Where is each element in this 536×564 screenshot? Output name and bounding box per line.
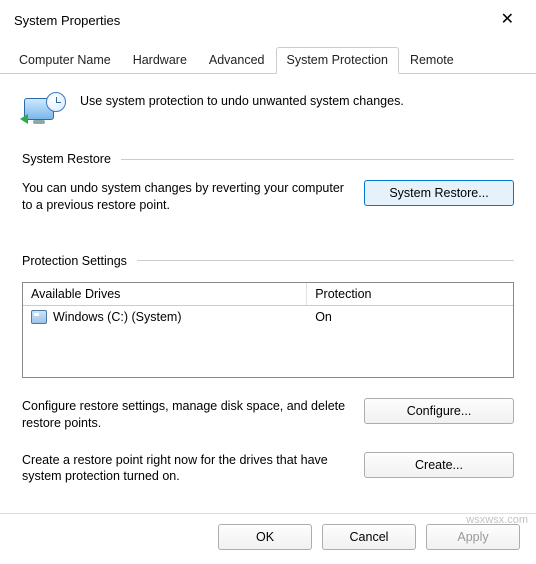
titlebar: System Properties ✕	[0, 0, 536, 36]
configure-button[interactable]: Configure...	[364, 398, 514, 424]
system-restore-heading: System Restore	[22, 152, 111, 166]
tab-hardware[interactable]: Hardware	[122, 47, 198, 74]
section-label-restore: System Restore	[22, 152, 514, 166]
divider	[137, 260, 514, 261]
cancel-button[interactable]: Cancel	[322, 524, 416, 550]
configure-description: Configure restore settings, manage disk …	[22, 398, 346, 432]
drive-list-header: Available Drives Protection	[23, 283, 513, 306]
intro-text: Use system protection to undo unwanted s…	[80, 92, 404, 108]
configure-row: Configure restore settings, manage disk …	[22, 398, 514, 432]
apply-button[interactable]: Apply	[426, 524, 520, 550]
tabstrip: Computer Name Hardware Advanced System P…	[0, 36, 536, 74]
restore-description: You can undo system changes by reverting…	[22, 180, 346, 214]
col-header-protection[interactable]: Protection	[307, 283, 513, 305]
section-label-settings: Protection Settings	[22, 254, 514, 268]
create-row: Create a restore point right now for the…	[22, 452, 514, 486]
restore-row: You can undo system changes by reverting…	[22, 180, 514, 214]
drive-protection-status: On	[307, 306, 513, 328]
system-properties-window: System Properties ✕ Computer Name Hardwa…	[0, 0, 536, 564]
system-restore-button[interactable]: System Restore...	[364, 180, 514, 206]
dialog-footer: OK Cancel Apply	[0, 513, 536, 564]
col-header-drives[interactable]: Available Drives	[23, 283, 307, 305]
tab-system-protection[interactable]: System Protection	[276, 47, 399, 74]
table-row[interactable]: Windows (C:) (System) On	[23, 306, 513, 328]
ok-button[interactable]: OK	[218, 524, 312, 550]
window-title: System Properties	[14, 13, 120, 28]
divider	[121, 159, 514, 160]
create-button[interactable]: Create...	[364, 452, 514, 478]
tab-advanced[interactable]: Advanced	[198, 47, 276, 74]
system-restore-icon	[22, 92, 66, 132]
close-icon[interactable]: ✕	[493, 8, 522, 32]
intro-row: Use system protection to undo unwanted s…	[22, 92, 514, 132]
create-description: Create a restore point right now for the…	[22, 452, 346, 486]
drive-icon	[31, 310, 47, 324]
tab-computer-name[interactable]: Computer Name	[8, 47, 122, 74]
tabpanel-system-protection: Use system protection to undo unwanted s…	[0, 74, 536, 513]
drive-name: Windows (C:) (System)	[53, 310, 181, 324]
tab-remote[interactable]: Remote	[399, 47, 465, 74]
drive-list[interactable]: Available Drives Protection Windows (C:)…	[22, 282, 514, 378]
protection-settings-heading: Protection Settings	[22, 254, 127, 268]
